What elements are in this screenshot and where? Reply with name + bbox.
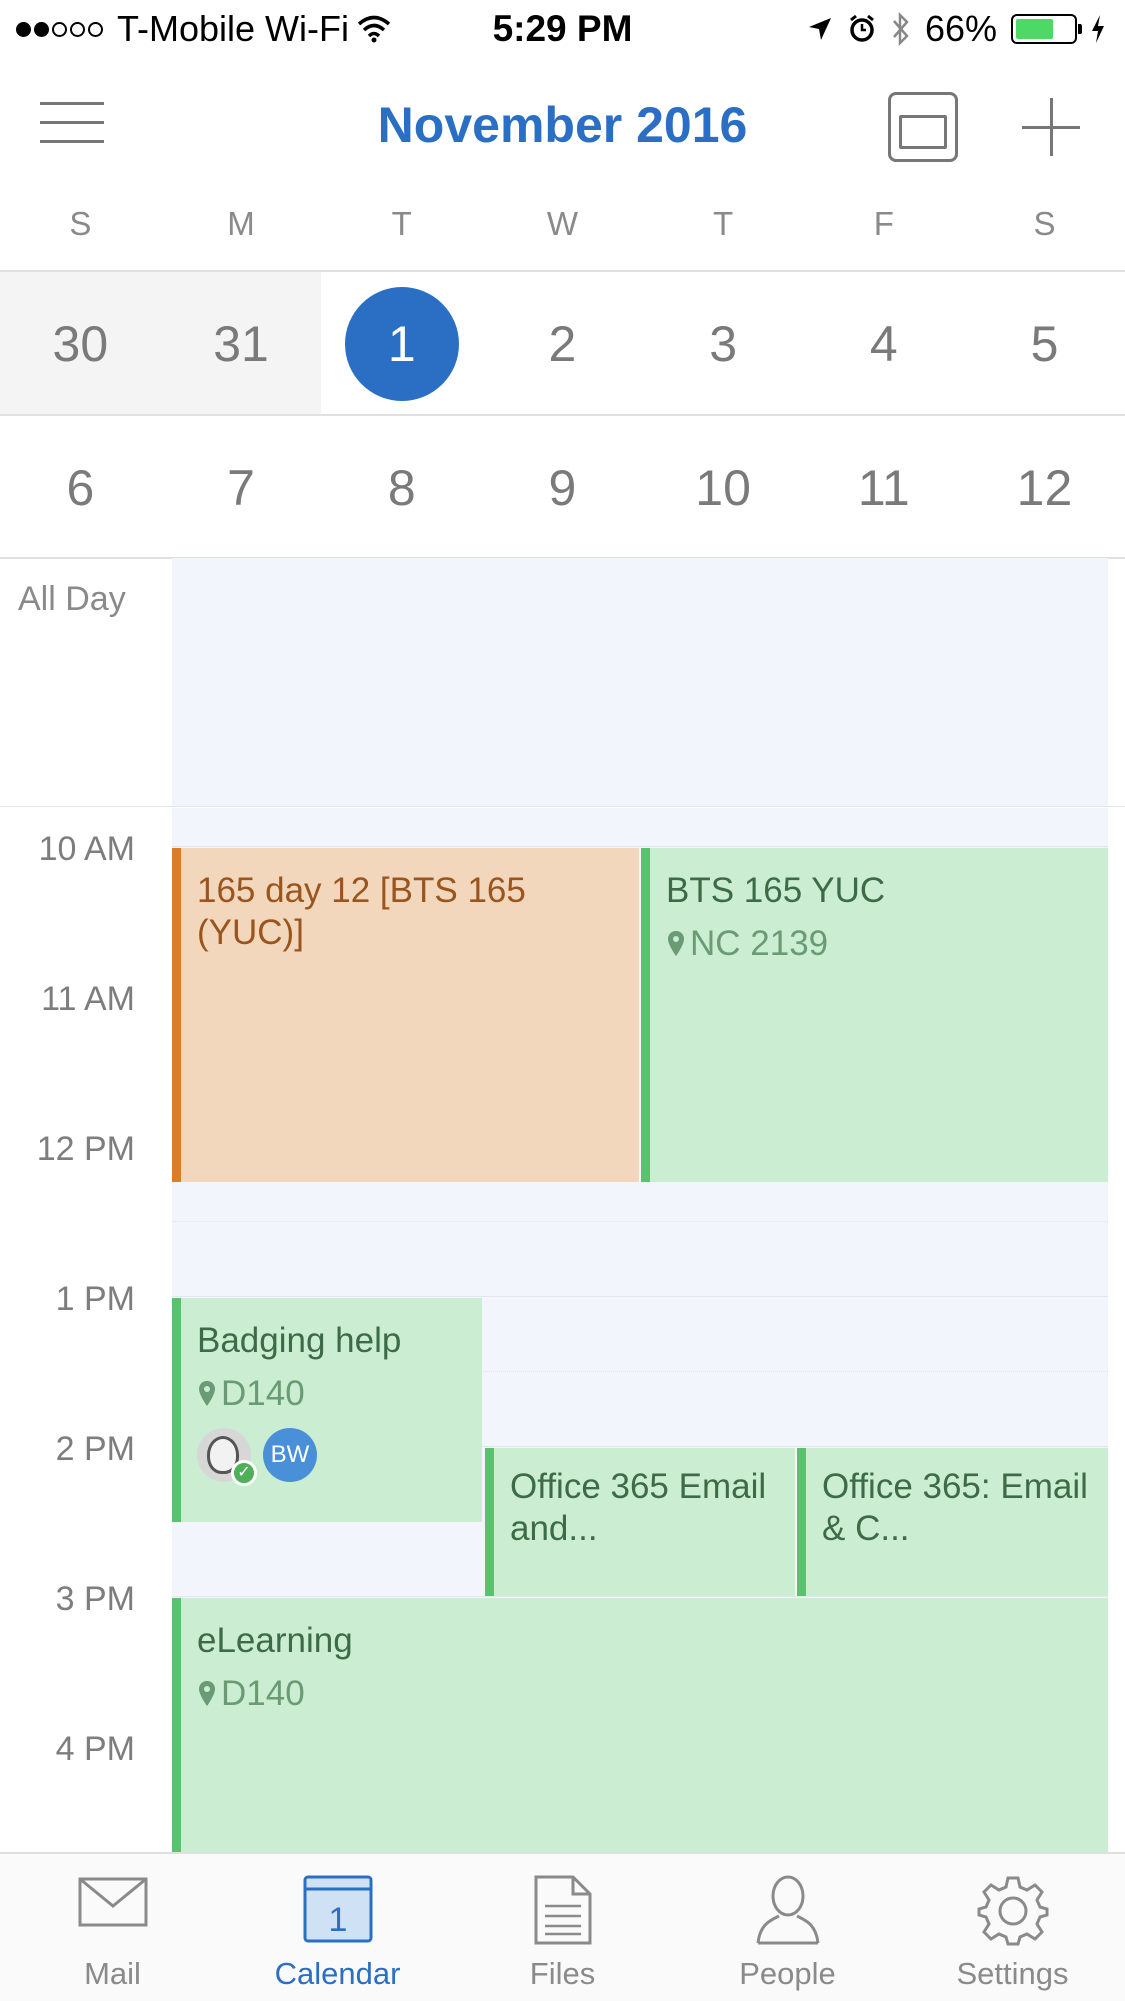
- date-cell[interactable]: 31: [160, 272, 322, 415]
- date-cell[interactable]: 7: [161, 416, 322, 559]
- person-icon: [756, 1875, 819, 1945]
- location-arrow-icon: [808, 18, 831, 40]
- mail-icon: [78, 1877, 147, 1927]
- hour-label: 4 PM: [55, 1730, 135, 1768]
- week-row-1: 30 31 1 2 3 4 5: [0, 272, 1125, 415]
- tab-calendar[interactable]: 1 Calendar: [225, 1854, 450, 2001]
- weekday-fri: F: [873, 205, 894, 242]
- tab-label: Calendar: [274, 1956, 401, 1991]
- file-icon: [534, 1875, 591, 1945]
- event-title: Office 365 Email and...: [510, 1467, 767, 1548]
- tab-label: People: [739, 1956, 836, 1991]
- date-cell[interactable]: 8: [321, 416, 482, 559]
- divider: [0, 806, 1125, 807]
- event-attendees: ✓ BW: [197, 1428, 482, 1486]
- hour-line: [172, 846, 1108, 847]
- bluetooth-icon: [892, 12, 909, 46]
- event-title: Office 365: Email & C...: [822, 1467, 1088, 1548]
- add-event-icon[interactable]: [1022, 98, 1080, 156]
- tab-settings[interactable]: Settings: [900, 1854, 1125, 2001]
- tab-label: Files: [529, 1956, 596, 1991]
- weekday-mon: M: [227, 205, 255, 242]
- week-row-2: 6 7 8 9 10 11 12: [0, 416, 1125, 559]
- half-hour-line: [172, 1221, 1108, 1222]
- battery-icon: [1011, 14, 1082, 44]
- location-pin-icon: [668, 931, 684, 956]
- date-cell[interactable]: 9: [482, 416, 643, 559]
- event-location-text: NC 2139: [690, 924, 829, 963]
- event-location-text: D140: [221, 1674, 305, 1713]
- location-pin-icon: [199, 1681, 215, 1706]
- all-day-label: All Day: [18, 580, 126, 618]
- day-schedule[interactable]: All Day 10 AM 11 AM 12 PM 1 PM 2 PM 3 PM…: [0, 558, 1125, 1852]
- svg-text:1: 1: [328, 1901, 347, 1939]
- date-cell[interactable]: 2: [482, 272, 643, 415]
- tab-label: Mail: [84, 1956, 141, 1991]
- event-badging-help[interactable]: Badging help D140 ✓ BW: [172, 1298, 482, 1522]
- hour-label: 3 PM: [55, 1580, 135, 1618]
- accepted-check-icon: ✓: [231, 1460, 257, 1486]
- status-right: 66%: [807, 8, 1105, 50]
- hour-label: 12 PM: [36, 1130, 135, 1168]
- attendee-avatar[interactable]: BW: [263, 1428, 317, 1482]
- battery-percent: 66%: [924, 8, 997, 49]
- event-165-day-12[interactable]: 165 day 12 [BTS 165 (YUC)]: [172, 848, 639, 1182]
- weekday-wed: W: [546, 205, 578, 242]
- event-bts-165-yuc[interactable]: BTS 165 YUC NC 2139: [641, 848, 1108, 1182]
- weekday-tue: T: [391, 205, 412, 242]
- event-title: eLearning: [197, 1621, 353, 1660]
- hour-label: 1 PM: [55, 1280, 135, 1318]
- hour-label: 2 PM: [55, 1430, 135, 1468]
- charging-bolt-icon: [1092, 15, 1104, 43]
- event-office-365-email-c[interactable]: Office 365: Email & C...: [797, 1448, 1108, 1596]
- tab-people[interactable]: People: [675, 1854, 900, 2001]
- tab-mail[interactable]: Mail: [0, 1854, 225, 2001]
- event-title: BTS 165 YUC: [666, 871, 886, 910]
- weekday-sun: S: [69, 205, 92, 242]
- tab-bar: Mail 1 Calendar Files People Settings: [0, 1852, 1125, 2001]
- weekday-thu: T: [713, 205, 734, 242]
- event-title: 165 day 12 [BTS 165 (YUC)]: [197, 871, 526, 952]
- tab-label: Settings: [956, 1956, 1069, 1991]
- status-bar: T-Mobile Wi-Fi 5:29 PM 66%: [0, 0, 1125, 62]
- weekday-sat: S: [1033, 205, 1056, 242]
- event-office-365-email[interactable]: Office 365 Email and...: [485, 1448, 795, 1596]
- attendee-avatar[interactable]: ✓: [197, 1428, 257, 1486]
- location-pin-icon: [199, 1381, 215, 1406]
- date-cell[interactable]: 11: [803, 416, 964, 559]
- tab-files[interactable]: Files: [450, 1854, 675, 2001]
- hour-label: 10 AM: [38, 830, 135, 868]
- date-cell[interactable]: 5: [964, 272, 1125, 415]
- alarm-icon: [850, 14, 874, 42]
- date-cell-today[interactable]: 1: [321, 272, 482, 415]
- event-location: NC 2139: [666, 924, 1108, 964]
- all-day-area[interactable]: [172, 558, 1108, 806]
- view-switch-icon[interactable]: [888, 92, 958, 162]
- event-location-text: D140: [221, 1374, 305, 1413]
- date-cell[interactable]: 30: [0, 272, 161, 415]
- calendar-icon: 1: [303, 1875, 372, 1943]
- date-cell[interactable]: 12: [964, 416, 1125, 559]
- date-cell[interactable]: 3: [643, 272, 804, 415]
- weekday-header: S M T W T F S: [0, 205, 1125, 265]
- today-marker: 1: [344, 286, 459, 401]
- event-title: Badging help: [197, 1321, 402, 1360]
- calendar-header: November 2016: [0, 62, 1125, 192]
- date-cell[interactable]: 10: [643, 416, 804, 559]
- event-location: D140: [197, 1674, 1108, 1714]
- event-elearning[interactable]: eLearning D140: [172, 1598, 1108, 1852]
- hour-line: [172, 1296, 1108, 1297]
- event-location: D140: [197, 1374, 482, 1414]
- date-cell[interactable]: 4: [803, 272, 964, 415]
- hour-label: 11 AM: [41, 980, 135, 1018]
- date-cell[interactable]: 6: [0, 416, 161, 559]
- hour-line: [172, 1596, 1108, 1597]
- gear-icon: [977, 1876, 1048, 1946]
